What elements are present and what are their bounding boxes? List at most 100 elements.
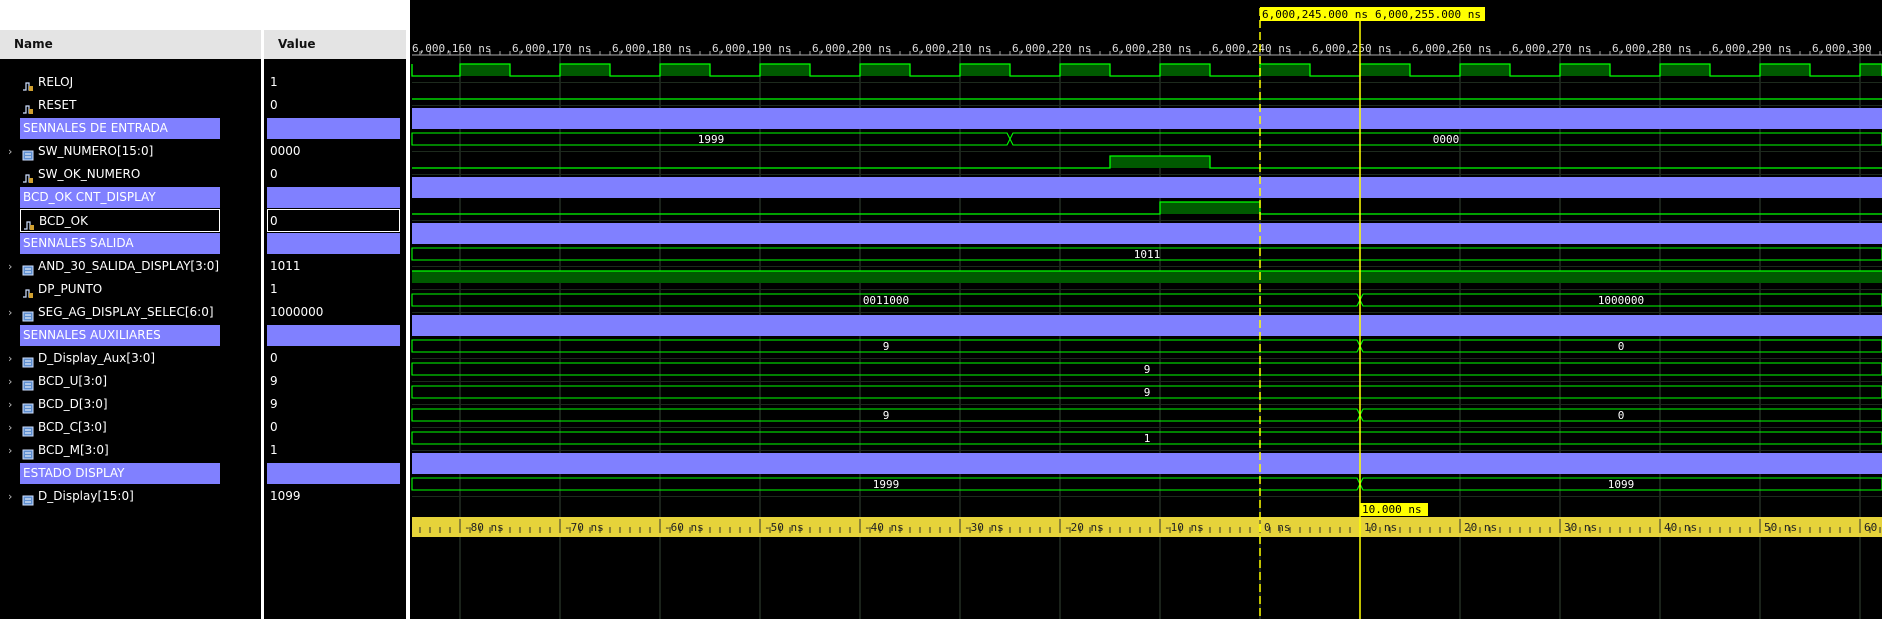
waveform-row-12[interactable]: 90 — [411, 339, 1882, 359]
signal-row-7[interactable]: SENNALES SALIDA — [0, 232, 261, 255]
divider-label[interactable]: SENNALES SALIDA — [20, 233, 220, 254]
name-column-header[interactable]: Name — [0, 30, 261, 59]
signal-row-10[interactable]: › SEG_AG_DISPLAY_SELEC[6:0] — [0, 301, 261, 324]
bottom-ruler-tick-label: -30 ns — [964, 521, 1004, 534]
top-blank-strip — [0, 0, 406, 30]
signal-row-14[interactable]: › BCD_D[3:0] — [0, 393, 261, 416]
value-row-8[interactable]: 1011 — [264, 255, 406, 278]
signal-row-13[interactable]: › BCD_U[3:0] — [0, 370, 261, 393]
expand-chevron-icon[interactable]: › — [8, 255, 12, 278]
waveform-row-16[interactable]: 1 — [411, 431, 1882, 451]
divider-value-bar — [267, 233, 400, 254]
divider-label[interactable]: SENNALES DE ENTRADA — [20, 118, 220, 139]
value-row-11[interactable] — [264, 324, 406, 347]
signal-row-12[interactable]: › D_Display_Aux[3:0] — [0, 347, 261, 370]
value-row-12[interactable]: 0 — [264, 347, 406, 370]
signal-row-11[interactable]: SENNALES AUXILIARES — [0, 324, 261, 347]
value-row-14[interactable]: 9 — [264, 393, 406, 416]
value-column-header[interactable]: Value — [264, 30, 406, 59]
waveform-row-14[interactable]: 9 — [411, 385, 1882, 405]
waveform-row-6[interactable] — [412, 201, 1882, 221]
value-row-0[interactable]: 1 — [264, 71, 406, 94]
bus-value-label: 9 — [1144, 363, 1151, 376]
waveform-row-7[interactable] — [412, 223, 1882, 244]
value-row-9[interactable]: 1 — [264, 278, 406, 301]
bus-signal-icon — [22, 146, 34, 161]
value-row-7[interactable] — [264, 232, 406, 255]
expand-chevron-icon[interactable]: › — [8, 416, 12, 439]
waveform-row-15[interactable]: 90 — [411, 408, 1882, 428]
expand-chevron-icon[interactable]: › — [8, 301, 12, 324]
signal-row-9[interactable]: DP_PUNTO — [0, 278, 261, 301]
bit-signal-icon — [22, 169, 34, 183]
signal-row-8[interactable]: › AND_30_SALIDA_DISPLAY[3:0] — [0, 255, 261, 278]
waveform-row-3[interactable]: 1999 0000 — [411, 132, 1882, 152]
value-row-16[interactable]: 1 — [264, 439, 406, 462]
bus-value-label: 1999 — [698, 133, 725, 146]
bottom-ruler-tick-label: -10 ns — [1164, 521, 1204, 534]
waveform-row-11[interactable] — [412, 315, 1882, 336]
value-row-13[interactable]: 9 — [264, 370, 406, 393]
signal-row-16[interactable]: › BCD_M[3:0] — [0, 439, 261, 462]
value-row-15[interactable]: 0 — [264, 416, 406, 439]
waveform-row-13[interactable]: 9 — [411, 362, 1882, 382]
signal-row-1[interactable]: RESET — [0, 94, 261, 117]
top-ruler-tick-label: 6,000,160 ns — [412, 42, 491, 55]
value-row-10[interactable]: 1000000 — [264, 301, 406, 324]
divider-label[interactable]: BCD_OK CNT_DISPLAY — [20, 187, 220, 208]
signal-row-3[interactable]: › SW_NUMERO[15:0] — [0, 140, 261, 163]
divider-value-bar — [267, 463, 400, 484]
expand-chevron-icon[interactable]: › — [8, 393, 12, 416]
top-ruler-tick-label: 6,000,290 ns — [1712, 42, 1791, 55]
top-ruler-tick-label: 6,000,210 ns — [912, 42, 991, 55]
value-row-1[interactable]: 0 — [264, 94, 406, 117]
signal-row-17[interactable]: ESTADO DISPLAY — [0, 462, 261, 485]
bottom-ruler-tick-label: -60 ns — [664, 521, 704, 534]
expand-chevron-icon[interactable]: › — [8, 485, 12, 508]
top-ruler-tick-label: 6,000,280 ns — [1612, 42, 1691, 55]
value-row-18[interactable]: 1099 — [264, 485, 406, 508]
divider-label[interactable]: ESTADO DISPLAY — [20, 463, 220, 484]
waveform-row-5[interactable] — [412, 177, 1882, 198]
signal-row-2[interactable]: SENNALES DE ENTRADA — [0, 117, 261, 140]
expand-chevron-icon[interactable]: › — [8, 347, 12, 370]
top-ruler-tick-label: 6,000,190 ns — [712, 42, 791, 55]
value-row-2[interactable] — [264, 117, 406, 140]
waveform-row-1[interactable] — [412, 98, 1882, 106]
signal-name: RESET — [38, 98, 77, 112]
waveform-row-18[interactable]: 1999 1099 — [411, 477, 1882, 497]
top-ruler-tick-label: 6,000,240 ns — [1212, 42, 1291, 55]
bottom-ruler-tick-label: -20 ns — [1064, 521, 1104, 534]
waveform-row-9[interactable] — [412, 270, 1882, 290]
signal-row-15[interactable]: › BCD_C[3:0] — [0, 416, 261, 439]
waveform-row-4[interactable] — [412, 155, 1882, 175]
divider-band — [412, 315, 1882, 336]
signal-row-5[interactable]: BCD_OK CNT_DISPLAY — [0, 186, 261, 209]
divider-band — [412, 223, 1882, 244]
bottom-time-ruler[interactable]: -80 ns -70 ns -60 ns -50 ns -40 ns -30 ns -20 … — [412, 517, 1882, 537]
signal-row-6[interactable]: BCD_OK — [20, 209, 220, 232]
bit-signal-icon — [22, 77, 34, 91]
expand-chevron-icon[interactable]: › — [8, 140, 12, 163]
value-row-5[interactable] — [264, 186, 406, 209]
waveform-row-0[interactable] — [411, 63, 1882, 83]
bottom-ruler-tick-label: 60 — [1864, 521, 1877, 534]
signal-row-18[interactable]: › D_Display[15:0] — [0, 485, 261, 508]
waveform-pane[interactable]: 6,000,160 ns 6,000,170 ns 6,000,180 ns 6,00… — [410, 0, 1882, 619]
expand-chevron-icon[interactable]: › — [8, 439, 12, 462]
expand-chevron-icon[interactable]: › — [8, 370, 12, 393]
top-time-ruler[interactable]: 6,000,160 ns 6,000,170 ns 6,000,180 ns 6,00… — [412, 36, 1882, 56]
signal-row-0[interactable]: RELOJ — [0, 71, 261, 94]
divider-label[interactable]: SENNALES AUXILIARES — [20, 325, 220, 346]
signal-row-4[interactable]: SW_OK_NUMERO — [0, 163, 261, 186]
value-row-3[interactable]: 0000 — [264, 140, 406, 163]
waveform-row-2[interactable] — [412, 108, 1882, 129]
value-row-17[interactable] — [264, 462, 406, 485]
bottom-ruler-tick-label: -80 ns — [464, 521, 504, 534]
value-row-6[interactable]: 0 — [267, 209, 400, 232]
waveform-row-17[interactable] — [412, 453, 1882, 474]
signal-value: 9 — [270, 374, 278, 388]
value-row-4[interactable]: 0 — [264, 163, 406, 186]
waveform-row-10[interactable]: 0011000 1000000 — [411, 293, 1882, 313]
waveform-row-8[interactable]: 1011 — [411, 247, 1882, 267]
